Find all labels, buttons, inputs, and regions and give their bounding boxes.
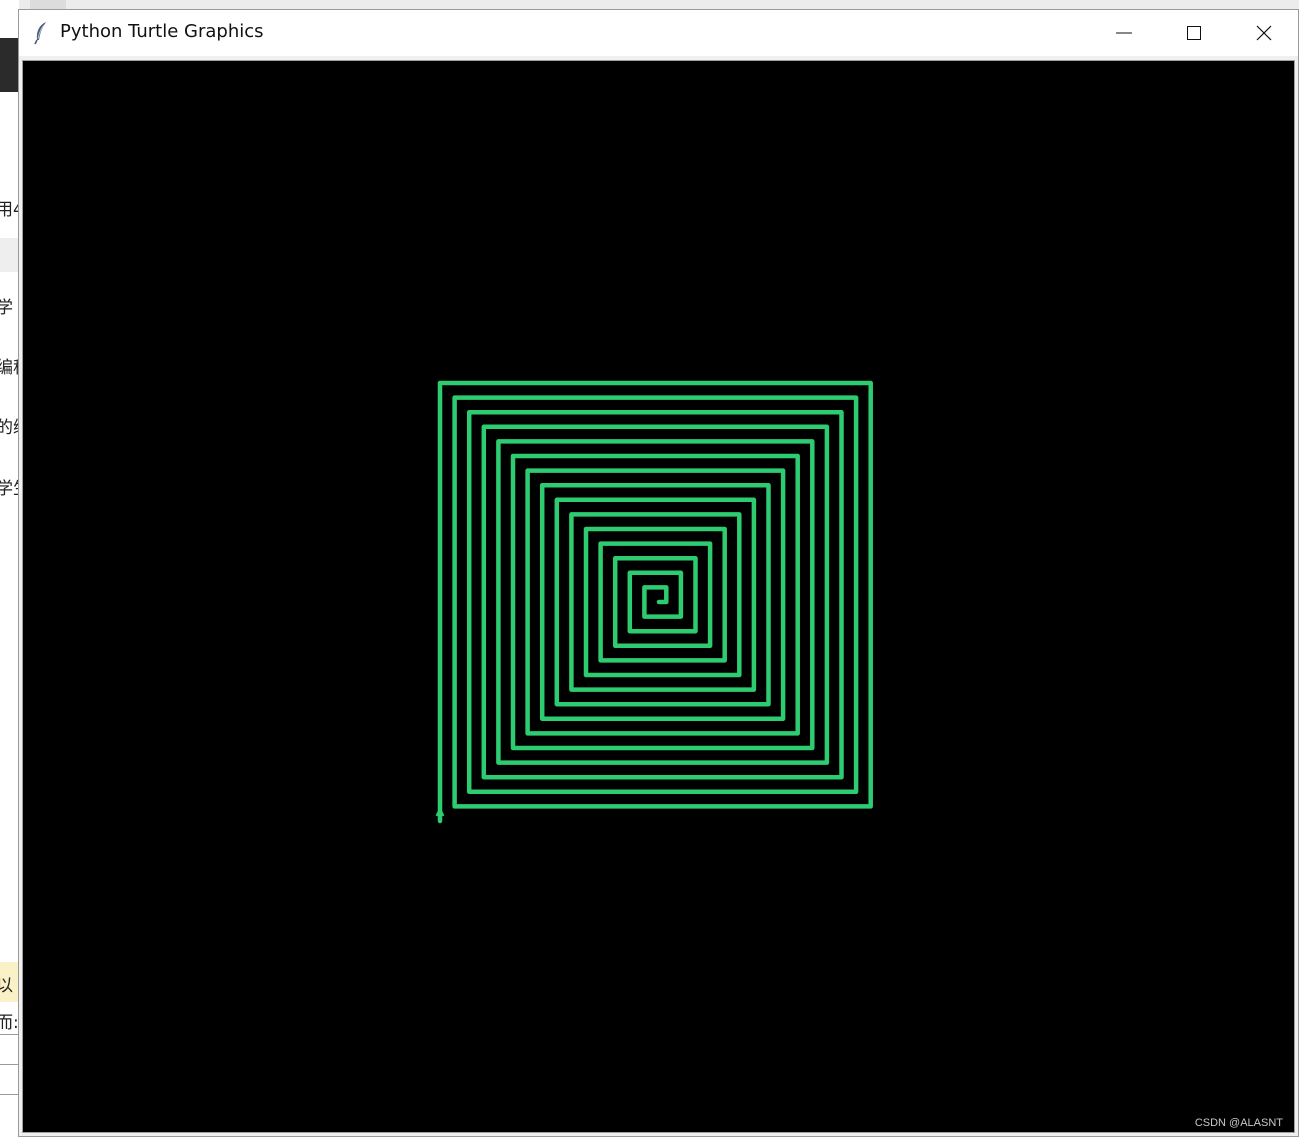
feather-icon [33, 21, 49, 45]
background-band [0, 238, 19, 272]
watermark: CSDN @ALASNT [1194, 1117, 1283, 1129]
background-text: 以 [0, 976, 13, 996]
background-divider [0, 1034, 19, 1035]
background-tab [30, 0, 66, 9]
spiral-path [437, 380, 873, 824]
window-title: Python Turtle Graphics [60, 21, 264, 42]
background-divider [0, 1064, 19, 1065]
close-icon [1256, 25, 1272, 41]
turtle-window: Python Turtle Graphics CSDN @ALASNT [18, 9, 1299, 1137]
minimize-icon [1116, 32, 1132, 34]
turtle-canvas[interactable]: CSDN @ALASNT [24, 62, 1293, 1131]
background-tab-strip [0, 0, 1299, 9]
title-bar[interactable]: Python Turtle Graphics [19, 10, 1298, 56]
maximize-icon [1187, 26, 1201, 40]
minimize-button[interactable] [1089, 10, 1159, 56]
background-app: 用4 学 编程 的编 学生 以 而: [0, 0, 19, 1137]
spiral-drawing [435, 380, 873, 824]
background-text: 编程 [0, 358, 19, 378]
background-text: 而: [0, 1013, 19, 1033]
background-divider [0, 1094, 19, 1095]
close-button[interactable] [1229, 10, 1299, 56]
background-dark-panel [0, 38, 19, 92]
background-text: 学 [0, 298, 13, 318]
turtle-canvas-frame: CSDN @ALASNT [22, 60, 1295, 1133]
background-text: 用4 [0, 200, 19, 220]
background-text: 的编 [0, 418, 19, 438]
background-text: 学生 [0, 479, 19, 499]
maximize-button[interactable] [1159, 10, 1229, 56]
